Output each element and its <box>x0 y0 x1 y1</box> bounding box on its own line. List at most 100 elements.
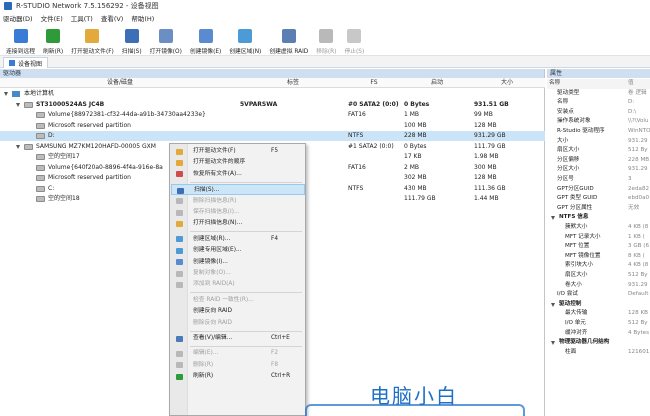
context-menu-shortcut: Ctrl+R <box>271 373 291 380</box>
toolbar-button-5[interactable]: 创建镜像(E) <box>186 25 225 55</box>
properties-row[interactable]: 索引块大小 4 KB (8 <box>547 261 650 271</box>
properties-row[interactable]: 缓冲对齐 4 Bytes <box>547 329 650 339</box>
context-menu-item[interactable]: 扫描(S)... <box>171 184 305 196</box>
properties-row[interactable]: MFT 镜像位置 8 KB ( <box>547 252 650 262</box>
column-label[interactable]: 标签 <box>240 78 346 88</box>
properties-row[interactable]: MFT 记录大小 1 KB ( <box>547 233 650 243</box>
context-menu-item[interactable]: 创建镜像(I)... <box>171 257 305 268</box>
context-menu-item[interactable]: 创建反向 RAID <box>171 306 305 317</box>
properties-section[interactable]: 物理驱动器几何结构 <box>547 338 650 348</box>
table-row[interactable]: ST31000524AS JC4B 5VPARSWA #0 SATA2 (0:0) 0… <box>0 100 545 110</box>
property-value: 4 Bytes <box>628 329 650 336</box>
column-device[interactable]: 设备/磁盘 <box>0 78 240 88</box>
table-row[interactable]: Microsoft reserved partition 100 MB 128 MB <box>0 121 545 131</box>
collapse-arrow-icon[interactable] <box>551 341 555 346</box>
context-menu-item[interactable]: 打开扫描信息(N)... <box>171 218 305 229</box>
property-value: 3 <box>628 176 632 182</box>
collapse-arrow-icon[interactable] <box>551 216 555 221</box>
property-key: 索引块大小 <box>565 262 593 269</box>
properties-section[interactable]: 驱动控制 <box>547 300 650 310</box>
row-start: 17 KB <box>404 153 422 160</box>
expand-arrow-icon[interactable] <box>4 92 8 96</box>
toolbar-button-4[interactable]: 打开镜像(O) <box>146 25 186 55</box>
menu-item-3[interactable]: 查看(V) <box>101 13 124 23</box>
properties-row[interactable]: I/O 单元 512 By <box>547 319 650 329</box>
properties-row[interactable]: 簇默大小 4 KB (8 <box>547 223 650 233</box>
context-menu-item[interactable]: 打开驱动文件(F) F5 <box>171 146 305 157</box>
properties-row[interactable]: 扇区大小 512 By <box>547 271 650 281</box>
properties-row[interactable]: 柱面 121601 <box>547 348 650 358</box>
collapse-arrow-icon[interactable] <box>551 302 555 307</box>
property-value: 931.29 <box>628 281 648 288</box>
toolbar-button-1[interactable]: 刷新(R) <box>39 25 67 55</box>
properties-row[interactable]: I/O 尝试 Default <box>547 290 650 300</box>
expand-arrow-icon[interactable] <box>16 144 20 149</box>
properties-row[interactable]: 分区号 3 <box>547 175 650 185</box>
properties-section[interactable]: NTFS 信息 <box>547 213 650 223</box>
context-menu-item[interactable]: 打开驱动文件的顺序 <box>171 157 305 168</box>
expand-arrow-icon[interactable] <box>16 102 20 107</box>
menu-item-2[interactable]: 工具(T) <box>71 13 93 23</box>
toolbar-button-3[interactable]: 扫描(S) <box>118 25 146 55</box>
menu-separator <box>190 345 302 347</box>
title-bar: R-STUDIO Network 7.5.156292 - 设备视图 <box>0 0 650 12</box>
table-row[interactable]: 本地计算机 <box>0 89 545 99</box>
property-value: 512 By <box>628 320 648 326</box>
context-menu-item[interactable]: 查看(V)/编辑... Ctrl+E <box>171 333 305 344</box>
properties-row[interactable]: 名称 值 <box>547 79 650 89</box>
toolbar-button-7[interactable]: 创建虚拟 RAID <box>265 25 312 55</box>
properties-row[interactable]: 分区大小 931.29 <box>547 165 650 175</box>
property-key: 驱动控制 <box>559 300 582 307</box>
context-menu-item[interactable]: 创建区域(R)... F4 <box>171 234 305 245</box>
open-image-icon <box>158 29 173 43</box>
tab-device-view[interactable]: 设备视图 <box>3 57 49 68</box>
context-menu-item[interactable]: 刷新(R) Ctrl+R <box>171 371 305 382</box>
tab-device-view-label: 设备视图 <box>18 60 43 68</box>
properties-row[interactable]: GPT 类型 GUID ebd0a0 <box>547 194 650 204</box>
context-menu-item[interactable]: 创建专用区域(E)... <box>171 245 305 256</box>
properties-row[interactable]: R-Studio 驱动程序 WinNTO <box>547 127 650 137</box>
column-start[interactable]: 启动 <box>402 78 472 88</box>
row-size: 111.36 GB <box>474 184 506 192</box>
column-size[interactable]: 大小 <box>472 78 542 88</box>
properties-row[interactable]: 操作系统对象 \\?\Volu <box>547 117 650 127</box>
row-start: 1 MB <box>404 111 420 118</box>
properties-row[interactable]: GPT分区GUID 2eda82 <box>547 185 650 195</box>
context-menu-item[interactable]: 恢复所有文件(A)... <box>171 169 305 180</box>
properties-row[interactable]: 卷大小 931.29 <box>547 281 650 291</box>
toolbar-button-0[interactable]: 连接到远程 <box>2 25 39 55</box>
menu-item-4[interactable]: 帮助(H) <box>131 13 154 23</box>
toolbar-button-6[interactable]: 创建区域(N) <box>225 25 265 55</box>
properties-row[interactable]: GPT 分区属性 无效 <box>547 204 650 214</box>
row-device-name: D: <box>48 132 55 139</box>
folder-order-icon <box>176 159 183 166</box>
column-fs[interactable]: FS <box>346 78 402 88</box>
properties-row[interactable]: 驱动类型 卷 逻辑 <box>547 89 650 99</box>
toolbar-button-8: 移除(R) <box>312 25 340 55</box>
property-value: 512 By <box>628 272 648 278</box>
properties-row[interactable]: 最大传输 128 KB <box>547 309 650 319</box>
properties-row[interactable]: 名称 D: <box>547 98 650 108</box>
context-menu-item-label: 打开驱动文件(F) <box>193 148 236 154</box>
menu-bar: 驱动器(D) 文件(E) 工具(T) 查看(V) 帮助(H) <box>0 12 650 24</box>
property-key: I/O 单元 <box>565 320 586 326</box>
properties-row[interactable]: 安装点 D:\ <box>547 108 650 118</box>
disk-icon <box>36 112 45 118</box>
disk-icon <box>36 122 45 129</box>
table-row[interactable]: Volume{88972381-cf32-44da-a91b-34730aa42… <box>0 110 545 120</box>
toolbar-button-label: 连接到远程 <box>6 49 35 55</box>
row-start: 0 Bytes <box>404 142 427 150</box>
properties-row[interactable]: 扇区大小 512 By <box>547 146 650 156</box>
menu-item-0[interactable]: 驱动器(D) <box>3 13 33 23</box>
row-start: 302 MB <box>404 174 427 181</box>
menu-item-1[interactable]: 文件(E) <box>41 13 63 23</box>
row-start: 2 MB <box>404 163 420 171</box>
properties-row[interactable]: 大小 931.29 <box>547 137 650 147</box>
properties-row[interactable]: 分区偏移 228 MB <box>547 156 650 166</box>
properties-row[interactable]: MFT 位置 3 GB (6 <box>547 242 650 252</box>
drives-column-header: 设备/磁盘 标签 FS 启动 大小 <box>0 78 545 88</box>
drives-panel-header: 驱动器 <box>0 69 544 78</box>
row-start: 111.79 GB <box>404 195 436 202</box>
toolbar-button-2[interactable]: 打开驱动文件(F) <box>67 25 118 55</box>
table-row[interactable]: D: NTFS 228 MB 931.29 GB <box>0 131 545 141</box>
